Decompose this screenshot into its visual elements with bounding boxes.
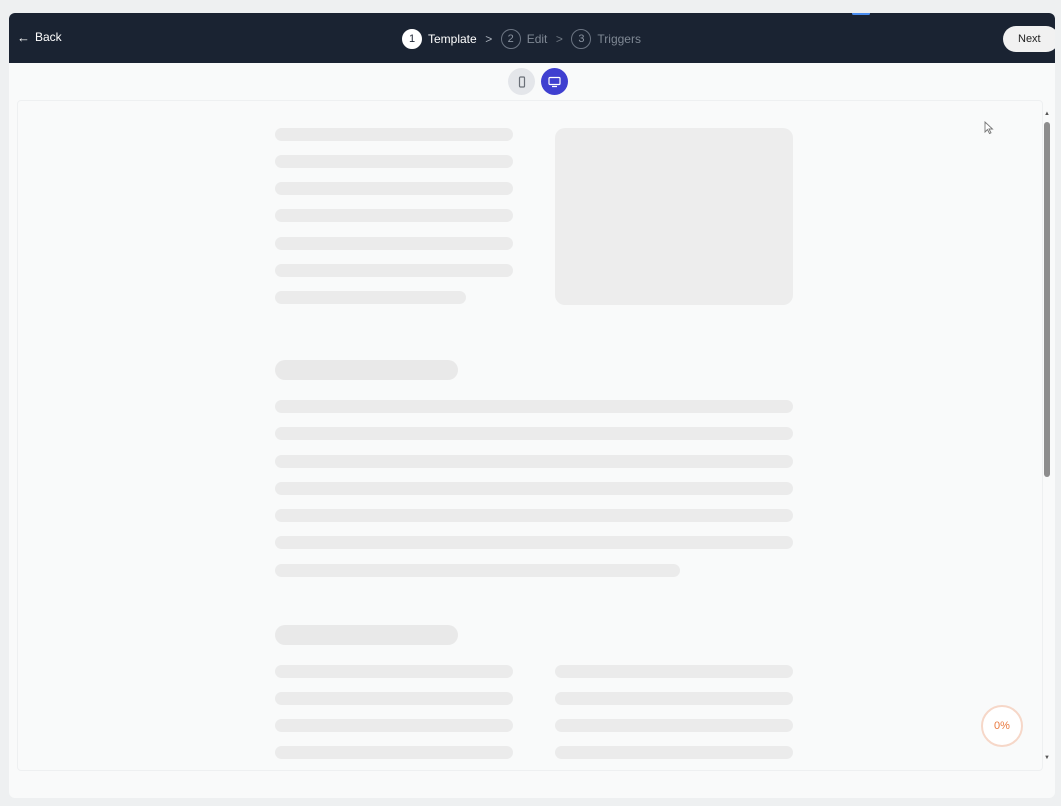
app-window: ← Back 1 Template > 2 Edit > 3 Triggers … [9,13,1055,798]
skeleton-line [275,746,513,759]
mouse-cursor-icon [984,121,994,135]
skeleton-line [275,155,513,168]
step-number: 2 [500,29,521,49]
step-edit[interactable]: 2 Edit [500,29,548,49]
skeleton-line [275,128,513,141]
skeleton-line [555,719,793,732]
skeleton-heading [275,360,458,380]
step-template[interactable]: 1 Template [402,29,477,49]
top-navigation-bar: ← Back 1 Template > 2 Edit > 3 Triggers … [9,13,1055,63]
skeleton-line [555,746,793,759]
image-placeholder [555,128,793,305]
step-number: 3 [571,29,592,49]
skeleton-line [275,482,793,495]
back-label: Back [35,30,62,44]
step-indicator: 1 Template > 2 Edit > 3 Triggers [402,28,641,50]
mobile-view-button[interactable] [508,68,535,95]
desktop-icon [548,76,561,87]
skeleton-line [275,509,793,522]
next-button[interactable]: Next [1003,26,1055,52]
scrollbar-thumb[interactable] [1044,122,1050,477]
back-button[interactable]: ← Back [17,30,62,44]
scroll-down-arrow-icon[interactable]: ▼ [1042,754,1052,762]
skeleton-line [275,182,513,195]
skeleton-line [275,427,793,440]
arrow-left-icon: ← [17,29,30,45]
step-label: Template [428,32,477,46]
skeleton-line [275,665,513,678]
step-label: Edit [526,32,548,46]
progress-label: 0% [994,720,1010,732]
skeleton-line [275,692,513,705]
skeleton-line [555,665,793,678]
skeleton-line [275,455,793,468]
step-label: Triggers [597,32,641,46]
active-indicator-mark [852,13,870,15]
progress-indicator[interactable]: 0% [981,705,1023,747]
skeleton-line [275,237,513,250]
chevron-right-icon: > [485,32,493,46]
step-number: 1 [402,29,422,49]
skeleton-line [275,719,513,732]
skeleton-line [555,692,793,705]
step-triggers[interactable]: 3 Triggers [571,29,641,49]
skeleton-line [275,209,513,222]
template-preview-canvas [17,100,1043,771]
skeleton-line [275,291,466,304]
scroll-up-arrow-icon[interactable]: ▲ [1042,110,1052,118]
desktop-view-button[interactable] [541,68,568,95]
vertical-scrollbar[interactable]: ▲ ▼ [1042,110,1052,762]
chevron-right-icon: > [555,32,563,46]
skeleton-line [275,536,793,549]
skeleton-line [275,400,793,413]
skeleton-line [275,564,680,577]
mobile-icon [518,75,525,88]
device-view-toggle [508,68,568,95]
skeleton-heading [275,625,458,645]
skeleton-line [275,264,513,277]
